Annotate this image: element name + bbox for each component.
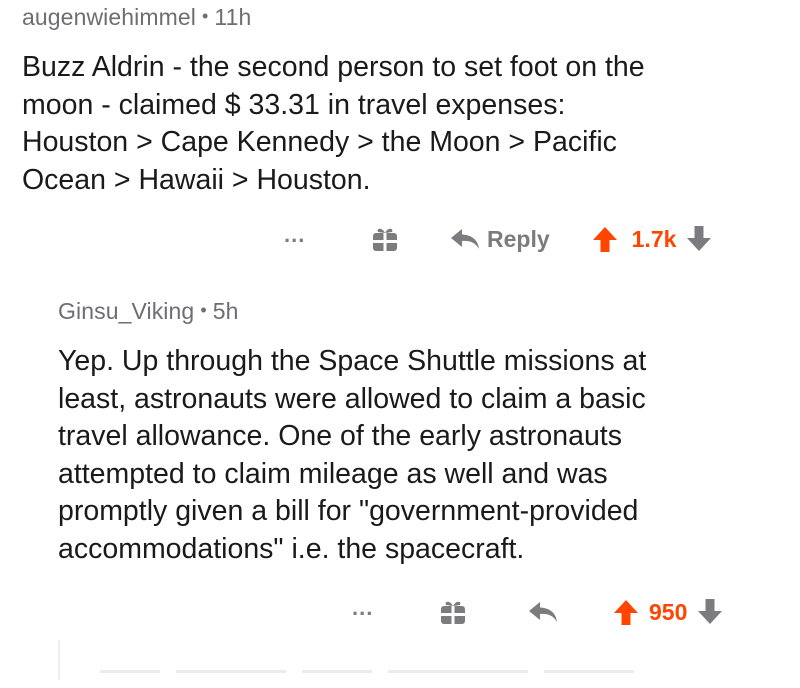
more-options-button[interactable]: ... [284,222,320,248]
reply-button[interactable]: Reply [450,226,550,253]
vote-score: 950 [649,598,688,625]
reply-arrow-icon [451,229,479,249]
timestamp[interactable]: 11h [214,4,251,31]
more-options-button[interactable]: ... [352,595,388,621]
comment-meta: augenwiehimmel • 11h [22,0,782,34]
gift-icon[interactable] [440,599,466,625]
cropped-next-comment [100,670,740,680]
vote-score: 1.7k [631,225,677,252]
downvote-arrow-icon[interactable] [686,225,712,253]
upvote-arrow-icon[interactable] [592,225,618,253]
username[interactable]: augenwiehimmel [22,4,196,31]
downvote-arrow-icon[interactable] [697,598,723,626]
username[interactable]: Ginsu_Viking [58,298,194,325]
upvote-arrow-icon[interactable] [613,598,639,626]
comment-actions: ... Reply 1.7k [284,219,712,259]
reply-button[interactable] [528,600,565,624]
comment-body: Yep. Up through the Space Shuttle missio… [58,345,647,565]
timestamp[interactable]: 5h [213,298,239,325]
comment-body: Buzz Aldrin - the second person to set f… [22,51,645,196]
comment-actions: ... 950 [352,592,723,632]
reply-arrow-icon [529,602,557,622]
comment-reply: Ginsu_Viking • 5h Yep. Up through the Sp… [58,290,778,568]
gift-icon[interactable] [372,226,398,252]
vote-controls: 950 [613,598,723,626]
thread-line[interactable] [58,640,60,680]
meta-separator: • [202,5,209,26]
meta-separator: • [200,299,207,320]
comment: augenwiehimmel • 11h Buzz Aldrin - the s… [22,0,782,199]
vote-controls: 1.7k [592,225,713,253]
reply-label: Reply [487,225,550,252]
comment-meta: Ginsu_Viking • 5h [58,290,778,332]
